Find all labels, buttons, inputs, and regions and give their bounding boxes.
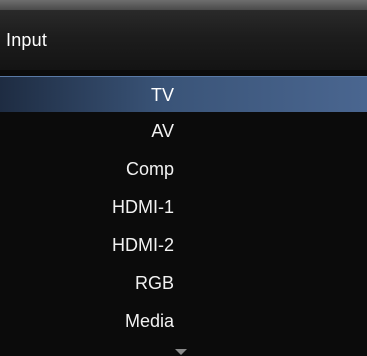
input-option-label: HDMI-2: [112, 235, 174, 255]
input-option-label: RGB: [134, 273, 174, 293]
input-source-list: TV AV Comp HDMI-1 HDMI-2 RGB Media: [0, 76, 367, 340]
input-option-label: AV: [151, 121, 174, 141]
top-frame-strip: [0, 0, 367, 10]
chevron-down-icon[interactable]: [175, 349, 187, 355]
input-option-av[interactable]: AV: [0, 112, 367, 150]
input-source-menu: Input TV AV Comp HDMI-1 HDMI-2 RGB Media: [0, 0, 367, 356]
menu-header: Input: [0, 10, 367, 70]
input-option-media[interactable]: Media: [0, 302, 367, 340]
input-option-tv[interactable]: TV: [0, 76, 367, 112]
input-option-hdmi-2[interactable]: HDMI-2: [0, 226, 367, 264]
input-option-label: HDMI-1: [112, 197, 174, 217]
input-option-label: Media: [124, 311, 174, 331]
menu-title: Input: [6, 30, 48, 50]
input-option-hdmi-1[interactable]: HDMI-1: [0, 188, 367, 226]
input-option-comp[interactable]: Comp: [0, 150, 367, 188]
input-option-label: TV: [150, 85, 174, 105]
input-option-rgb[interactable]: RGB: [0, 264, 367, 302]
input-option-label: Comp: [125, 159, 174, 179]
